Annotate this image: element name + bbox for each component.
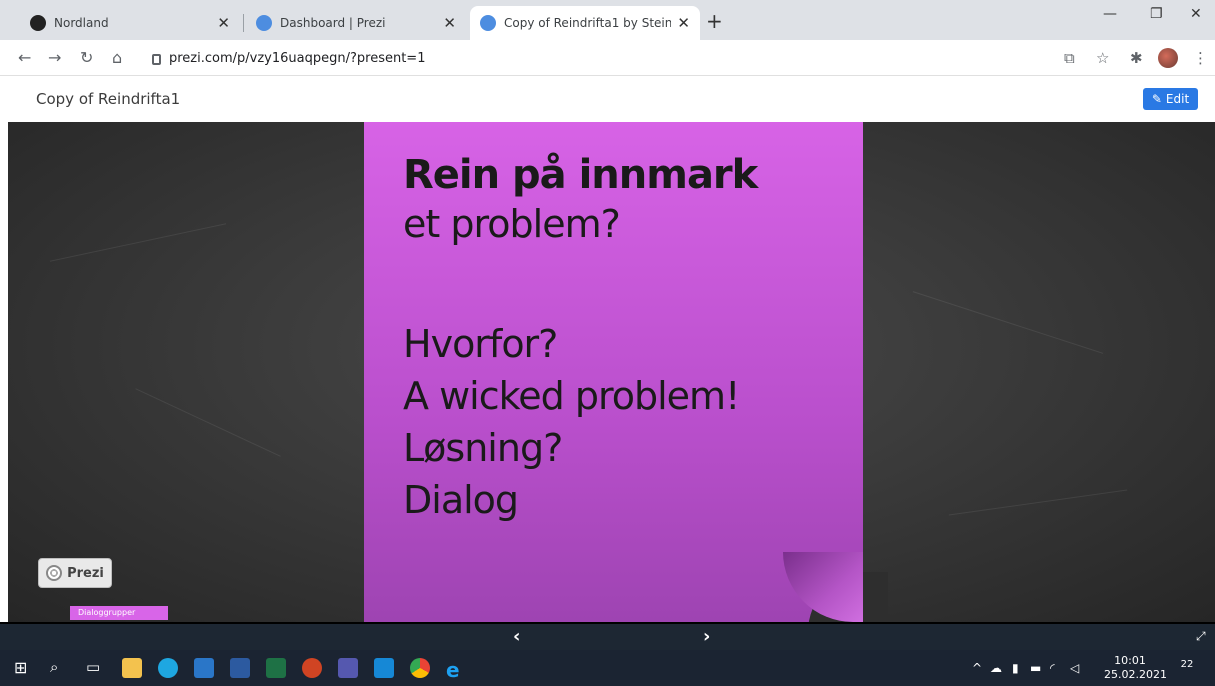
tab-dashboard-prezi[interactable]: Dashboard | Prezi ✕: [246, 6, 466, 40]
chalk-scratch: [948, 489, 1128, 516]
minimize-icon[interactable]: —: [1103, 6, 1117, 22]
close-tab-icon[interactable]: ✕: [443, 14, 456, 32]
slide-line: Hvorfor?: [403, 322, 558, 366]
address-bar[interactable]: prezi.com/p/vzy16uaqpegn/?present=1: [146, 44, 1046, 72]
browser-toolbar: ← → ↻ ⌂ prezi.com/p/vzy16uaqpegn/?presen…: [0, 40, 1215, 76]
notification-center-icon[interactable]: 22: [1178, 659, 1196, 677]
slide-line: A wicked problem!: [403, 374, 740, 418]
usb-icon[interactable]: ▮: [1012, 661, 1019, 675]
nordland-favicon-icon: [30, 15, 46, 31]
fullscreen-icon[interactable]: ⤢: [1196, 629, 1206, 644]
word-icon[interactable]: [230, 658, 250, 678]
internet-explorer-icon[interactable]: e: [446, 658, 466, 682]
app-icon[interactable]: [374, 658, 394, 678]
close-tab-icon[interactable]: ✕: [677, 14, 690, 32]
tab-nordland[interactable]: Nordland ✕: [20, 6, 240, 40]
chalk-scratch: [912, 291, 1104, 354]
windows-start-icon[interactable]: ⊞: [14, 658, 34, 678]
lock-icon: [152, 53, 161, 65]
home-icon[interactable]: ⌂: [112, 48, 122, 67]
slide-line: Løsning?: [403, 426, 563, 470]
forward-icon[interactable]: →: [48, 48, 61, 67]
teams-icon[interactable]: [338, 658, 358, 678]
clock-time: 10:01: [1114, 654, 1146, 667]
powerpoint-icon[interactable]: [302, 658, 322, 678]
tab-title: Dashboard | Prezi: [280, 16, 386, 30]
presentation-stage[interactable]: Rein på innmark et problem? Hvorfor? A w…: [8, 122, 1215, 622]
new-tab-button[interactable]: +: [706, 9, 723, 33]
file-explorer-icon[interactable]: [122, 658, 142, 678]
presentation-title: Copy of Reindrifta1: [36, 90, 181, 108]
tab-title: Copy of Reindrifta1 by Stein Tage: [504, 16, 672, 30]
onedrive-icon[interactable]: ☁: [990, 661, 1002, 675]
player-controls: ‹ › ⤢: [0, 622, 1215, 650]
chrome-icon[interactable]: [410, 658, 430, 678]
task-view-icon[interactable]: ▭: [86, 658, 106, 678]
prezi-logo-icon: [46, 565, 63, 581]
tab-copy-of-reindrifta1[interactable]: Copy of Reindrifta1 by Stein Tage ✕: [470, 6, 700, 40]
next-slide-button[interactable]: ›: [703, 626, 710, 647]
chalk-scratch: [135, 388, 281, 457]
slide-thumbnail-label[interactable]: Dialoggrupper: [70, 606, 168, 620]
prezi-logo-badge[interactable]: Prezi: [38, 558, 112, 588]
prezi-favicon-icon: [256, 15, 272, 31]
tab-separator: [243, 14, 244, 32]
restore-icon[interactable]: ❐: [1150, 6, 1163, 22]
translate-icon[interactable]: ⧉: [1064, 49, 1075, 67]
volume-icon[interactable]: ◁: [1070, 661, 1079, 675]
profile-avatar[interactable]: [1158, 48, 1178, 68]
slide-line: Dialog: [403, 478, 519, 522]
prezi-header: Copy of Reindrifta1 ✎ Edit: [0, 76, 1215, 122]
wifi-icon[interactable]: ◜: [1050, 661, 1055, 675]
edit-button[interactable]: ✎ Edit: [1143, 88, 1198, 110]
bookmark-star-icon[interactable]: ☆: [1096, 49, 1109, 67]
slide-subheading: et problem?: [403, 202, 621, 246]
excel-icon[interactable]: [266, 658, 286, 678]
clock-date: 25.02.2021: [1104, 668, 1167, 681]
menu-dots-icon[interactable]: ⋮: [1193, 49, 1208, 67]
url-text: prezi.com/p/vzy16uaqpegn/?present=1: [169, 50, 426, 66]
browser-tab-strip: Nordland ✕ Dashboard | Prezi ✕ Copy of R…: [0, 0, 1215, 40]
system-clock[interactable]: 10:01 25.02.2021: [1104, 654, 1167, 682]
prezi-favicon-icon: [480, 15, 496, 31]
close-tab-icon[interactable]: ✕: [217, 14, 230, 32]
chalk-scratch: [49, 223, 227, 262]
edit-label: Edit: [1165, 92, 1190, 106]
previous-slide-button[interactable]: ‹: [513, 626, 520, 647]
extensions-icon[interactable]: ✱: [1130, 49, 1143, 67]
outlook-icon[interactable]: [194, 658, 214, 678]
pencil-icon: ✎: [1151, 92, 1162, 106]
windows-taskbar: ⊞ ⌕ ▭ e ^ ☁ ▮ ▬ ◜ ◁ 10:01 25.02.2021 22: [0, 650, 1215, 686]
back-icon[interactable]: ←: [18, 48, 31, 67]
tray-chevron-icon[interactable]: ^: [972, 661, 982, 675]
slide-heading: Rein på innmark: [403, 152, 758, 198]
battery-icon[interactable]: ▬: [1030, 661, 1041, 675]
search-icon[interactable]: ⌕: [50, 658, 70, 678]
window-close-icon[interactable]: ✕: [1190, 6, 1202, 22]
reload-icon[interactable]: ↻: [80, 48, 93, 67]
tab-title: Nordland: [54, 16, 109, 30]
skype-icon[interactable]: [158, 658, 178, 678]
prezi-badge-label: Prezi: [67, 565, 104, 581]
